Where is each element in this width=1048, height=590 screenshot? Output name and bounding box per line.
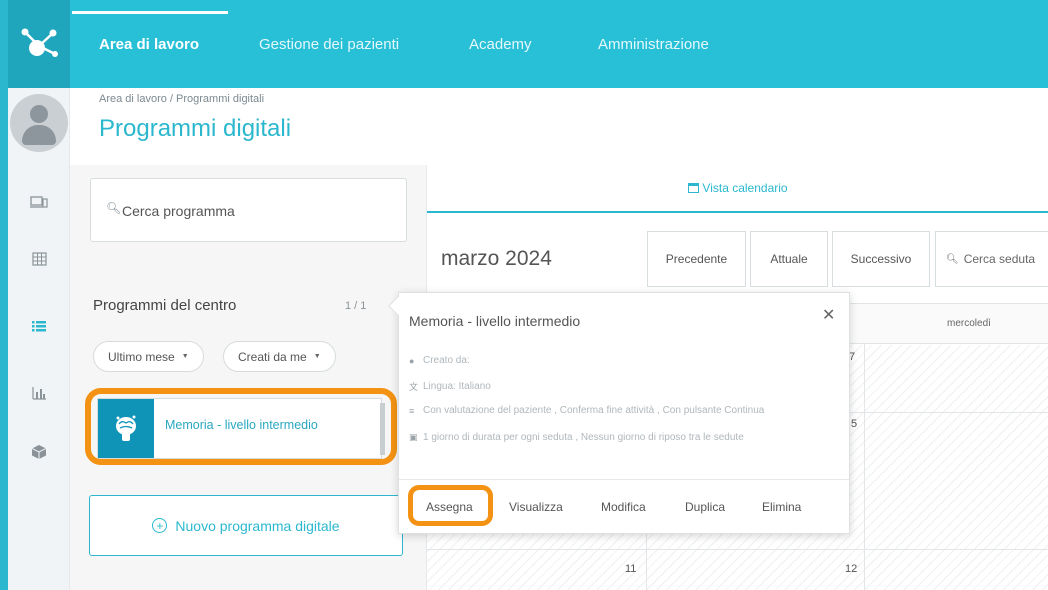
search-icon: 🔍︎ <box>946 253 959 265</box>
delete-button[interactable]: Elimina <box>762 500 801 514</box>
avatar[interactable] <box>10 94 68 152</box>
user-icon: ● <box>409 355 415 366</box>
filter-ultimo-mese-label: Ultimo mese <box>108 349 175 364</box>
program-search-placeholder: Cerca programma <box>122 203 235 219</box>
search-icon: 🔍︎ <box>106 201 122 215</box>
grid-icon[interactable] <box>26 248 52 270</box>
new-program-button[interactable]: + Nuovo programma digitale <box>89 495 403 556</box>
calendar-month-label: marzo 2024 <box>441 247 552 270</box>
app-logo-icon <box>21 28 58 57</box>
programs-list-title: Programmi del centro <box>93 297 237 314</box>
tab-vista-calendario-label: Vista calendario <box>702 181 788 195</box>
filter-creati-da-me[interactable]: Creati da me ▼ <box>223 341 336 372</box>
close-icon[interactable]: ✕ <box>822 305 835 325</box>
plus-circle-icon: + <box>152 518 168 533</box>
icon-sidebar <box>8 88 70 590</box>
frame-border <box>0 0 8 590</box>
filter-ultimo-mese[interactable]: Ultimo mese ▼ <box>93 341 204 372</box>
nav-item-amministrazione[interactable]: Amministrazione <box>598 36 709 53</box>
popover-options: ≡ Con valutazione del paziente , Conferm… <box>409 405 764 416</box>
filter-creati-da-me-label: Creati da me <box>238 349 307 364</box>
edit-button[interactable]: Modifica <box>601 500 646 514</box>
list-icon[interactable] <box>26 315 52 337</box>
nav-active-indicator <box>72 11 228 14</box>
calendar-cell-number: 12 <box>845 563 858 575</box>
session-search-placeholder: Cerca seduta <box>963 252 1036 266</box>
previous-button[interactable]: Precedente <box>647 231 746 287</box>
caret-down-icon: ▼ <box>313 353 321 360</box>
tab-vista-calendario[interactable]: Vista calendario <box>427 165 1048 213</box>
highlight-assign-button <box>408 485 493 526</box>
nav-item-gestione-pazienti[interactable]: Gestione dei pazienti <box>259 36 399 53</box>
popover-created-by-text: Creato da: <box>423 355 470 366</box>
popover-duration-text: 1 giorno di durata per ogni seduta , Nes… <box>423 432 744 443</box>
nav-item-academy[interactable]: Academy <box>469 36 532 53</box>
chart-icon[interactable] <box>26 382 52 404</box>
calendar-icon: ▣ <box>409 432 418 442</box>
popover-language-text: Lingua: Italiano <box>423 381 491 392</box>
session-search-input[interactable]: 🔍︎ Cerca seduta <box>935 231 1048 287</box>
nav-item-area-di-lavoro[interactable]: Area di lavoro <box>99 36 199 53</box>
caret-down-icon: ▼ <box>181 353 189 360</box>
popover-title: Memoria - livello intermedio <box>409 313 581 329</box>
calendar-cell-number: 11 <box>625 563 637 575</box>
breadcrumb[interactable]: Area di lavoro / Programmi digitali <box>99 93 264 105</box>
new-program-label: Nuovo programma digitale <box>175 517 340 534</box>
cube-icon[interactable] <box>26 441 52 463</box>
settings-list-icon: ≡ <box>409 405 415 416</box>
calendar-icon <box>688 183 700 193</box>
view-button[interactable]: Visualizza <box>509 500 563 514</box>
popover-created-by: ● Creato da: <box>409 355 470 366</box>
translate-icon: 文 <box>409 382 419 392</box>
devices-icon[interactable] <box>26 191 52 213</box>
page-title: Programmi digitali <box>99 115 292 142</box>
programs-panel: 🔍︎ Cerca programma Programmi del centro … <box>70 165 426 590</box>
popover-duration: ▣ 1 giorno di durata per ogni seduta , N… <box>409 432 744 443</box>
duplicate-button[interactable]: Duplica <box>685 500 725 514</box>
popover-language: 文 Lingua: Italiano <box>409 380 491 393</box>
today-button[interactable]: Attuale <box>750 231 828 287</box>
popover-options-text: Con valutazione del paziente , Conferma … <box>423 405 765 416</box>
program-search-input[interactable]: 🔍︎ Cerca programma <box>90 178 407 242</box>
app-logo[interactable] <box>8 0 70 88</box>
top-navigation-bar: Area di lavoro Gestione dei pazienti Aca… <box>0 0 1048 88</box>
weekday-label: mercoledì <box>947 318 991 329</box>
highlight-program-item <box>85 388 397 465</box>
next-button[interactable]: Successivo <box>832 231 930 287</box>
programs-list-count: 1 / 1 <box>345 300 367 312</box>
calendar-cell-number: 5 <box>851 418 858 430</box>
